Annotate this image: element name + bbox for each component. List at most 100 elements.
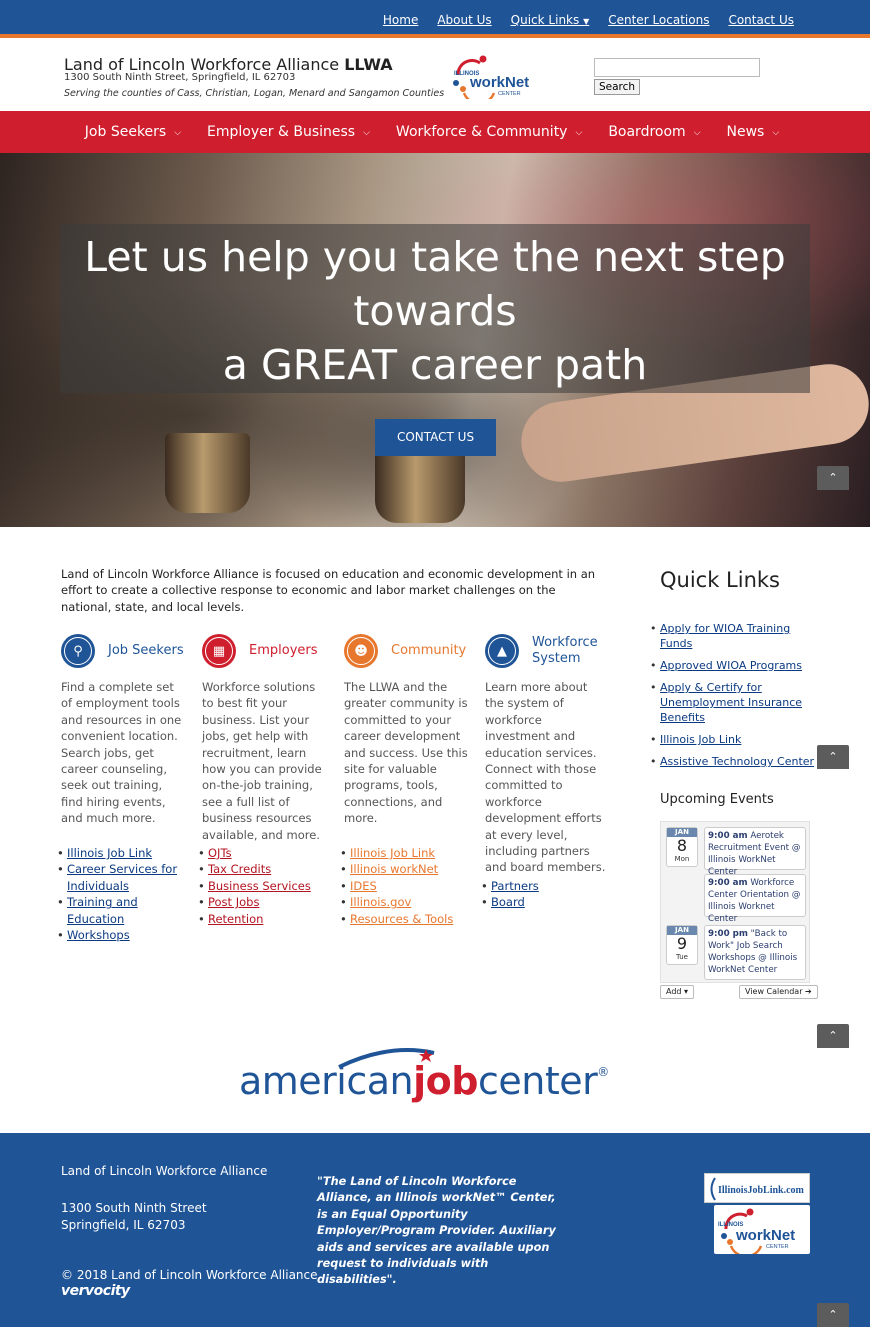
calendar-add-button[interactable]: Add ▾ — [660, 985, 695, 999]
chevron-down-icon: ▼ — [583, 17, 590, 26]
ajc-job: job — [413, 1059, 478, 1103]
calendar-day: 9 — [676, 934, 688, 953]
site-header: Land of Lincoln Workforce Alliance LLWA … — [0, 42, 870, 111]
nav-label: Workforce & Community — [395, 124, 568, 140]
american-job-center-logo[interactable]: americanjobcenter® — [239, 1045, 634, 1105]
search-input[interactable] — [594, 58, 760, 77]
iwn-logo-graphic: ILLINOIS workNet CENTER — [718, 1208, 795, 1258]
link-illinois-gov[interactable]: Illinois.gov — [340, 894, 453, 911]
calendar-date: JAN 8 Mon — [666, 827, 698, 867]
top-nav-contact[interactable]: Contact Us — [728, 13, 794, 27]
top-nav: Home About Us Quick Links ▼ Center Locat… — [383, 13, 794, 27]
link-workshops[interactable]: Workshops — [57, 927, 186, 944]
intro-text: Land of Lincoln Workforce Alliance is fo… — [61, 567, 596, 614]
nav-boardroom[interactable]: Boardroom ⌵ — [608, 124, 700, 140]
column-title[interactable]: Community — [391, 643, 466, 658]
ajc-wordmark: americanjobcenter® — [239, 1059, 609, 1103]
chevron-down-icon: ⌵ — [772, 128, 780, 138]
column-links: Partners Board — [481, 878, 539, 911]
ijl-logo-text: IllinoisJobLink.com — [718, 1185, 805, 1196]
calendar-weekday: Mon — [674, 855, 690, 863]
org-serving-counties: Serving the counties of Cass, Christian,… — [64, 88, 445, 99]
nav-news[interactable]: News ⌵ — [727, 124, 780, 140]
event-time: 9:00 pm — [708, 929, 748, 939]
upcoming-events-title: Upcoming Events — [660, 792, 774, 807]
quick-link-assistive-tech[interactable]: Assistive Technology Center — [650, 754, 820, 769]
building-icon: ▦ — [205, 637, 233, 665]
quick-link-illinois-job-link[interactable]: Illinois Job Link — [650, 732, 820, 747]
main-nav: Job Seekers ⌵ Employer & Business ⌵ Workfo… — [0, 111, 870, 153]
nav-label: Employer & Business — [207, 124, 356, 140]
nav-label: Job Seekers — [84, 124, 167, 140]
link-training-education[interactable]: Training and Education — [57, 894, 186, 927]
illinois-worknet-footer-logo[interactable]: ILLINOIS workNet CENTER — [714, 1205, 810, 1258]
illinois-worknet-logo[interactable]: ILLINOIS workNet CENTER — [450, 53, 545, 99]
footer-street: 1300 South Ninth Street — [61, 1201, 207, 1215]
column-title[interactable]: Workforce System — [532, 635, 602, 667]
quick-links-label: Quick Links — [510, 13, 580, 27]
footer-eeo-statement: "The Land of Lincoln Workforce Alliance,… — [317, 1175, 556, 1287]
link-illinois-job-link[interactable]: Illinois Job Link — [340, 845, 453, 862]
logo-main-text: workNet — [469, 74, 529, 91]
link-illinois-worknet[interactable]: Illinois workNet — [340, 861, 453, 878]
hero-line-2: towards — [353, 287, 517, 335]
footer-city: Springfield, IL 62703 — [61, 1217, 186, 1232]
link-tax-credits[interactable]: Tax Credits — [198, 861, 311, 878]
hero-line-3: a GREAT career path — [222, 341, 648, 389]
quick-link-wioa-programs[interactable]: Approved WIOA Programs — [650, 658, 820, 673]
chevron-down-icon: ⌵ — [575, 128, 583, 138]
nav-workforce-community[interactable]: Workforce & Community ⌵ — [396, 124, 582, 140]
workforce-system-icon: ▲ — [485, 634, 519, 668]
search-button[interactable]: Search — [594, 79, 640, 95]
community-icon: ☻ — [344, 634, 378, 668]
quick-link-unemployment[interactable]: Apply & Certify for Unemployment Insuran… — [650, 680, 820, 725]
ajc-registered-mark: ® — [597, 1065, 609, 1079]
scroll-to-top-button[interactable]: ⌃ — [817, 1303, 849, 1327]
chevron-down-icon: ⌵ — [693, 128, 701, 138]
column-links: Illinois Job Link Illinois workNet IDES … — [340, 845, 453, 928]
column-description: Workforce solutions to best fit your bus… — [202, 680, 322, 842]
link-ides[interactable]: IDES — [340, 878, 453, 895]
footer-address: 1300 South Ninth Street Springfield, IL … — [61, 1200, 207, 1233]
scroll-to-top-button[interactable]: ⌃ — [817, 1024, 849, 1048]
ajc-center: center — [477, 1059, 598, 1103]
logo-main-text: workNet — [735, 1227, 795, 1244]
illinois-job-link-logo[interactable]: IllinoisJobLink.com — [704, 1173, 810, 1203]
vervocity-logo[interactable]: vervocity — [61, 1283, 130, 1299]
nav-employer-business[interactable]: Employer & Business ⌵ — [207, 124, 370, 140]
column-title[interactable]: Job Seekers — [108, 643, 184, 658]
nav-job-seekers[interactable]: Job Seekers ⌵ — [85, 124, 181, 140]
view-calendar-button[interactable]: View Calendar ➔ — [739, 985, 818, 999]
link-post-jobs[interactable]: Post Jobs — [198, 894, 311, 911]
top-nav-home[interactable]: Home — [383, 13, 418, 27]
logo-sub-text: CENTER — [766, 1244, 789, 1250]
link-partners[interactable]: Partners — [481, 878, 539, 895]
scroll-to-top-button[interactable]: ⌃ — [817, 745, 849, 769]
link-retention[interactable]: Retention — [198, 911, 311, 928]
calendar-event[interactable]: 9:00 am Workforce Center Orientation @ I… — [704, 874, 806, 924]
link-resources-tools[interactable]: Resources & Tools — [340, 911, 453, 928]
event-time: 9:00 am — [708, 878, 748, 888]
contact-us-button[interactable]: CONTACT US — [375, 419, 496, 456]
calendar-day: 8 — [676, 836, 688, 855]
column-title[interactable]: Employers — [249, 643, 318, 658]
hero-line-1: Let us help you take the next step — [84, 233, 786, 281]
link-business-services[interactable]: Business Services — [198, 878, 311, 895]
link-ojts[interactable]: OJTs — [198, 845, 311, 862]
top-nav-quick-links[interactable]: Quick Links ▼ — [511, 13, 590, 27]
top-bar: Home About Us Quick Links ▼ Center Locat… — [0, 0, 870, 38]
calendar-event[interactable]: 9:00 am Aerotek Recruitment Event @ Illi… — [704, 827, 806, 877]
calendar-event[interactable]: 9:00 pm "Back to Work" Job Search Worksh… — [704, 925, 806, 980]
job-seekers-icon: ⚲ — [61, 634, 95, 668]
search-icon: ⚲ — [64, 637, 92, 665]
top-nav-about[interactable]: About Us — [437, 13, 491, 27]
link-board[interactable]: Board — [481, 894, 539, 911]
scroll-to-top-button[interactable]: ⌃ — [817, 466, 849, 490]
quick-link-wioa-funds[interactable]: Apply for WIOA Training Funds — [650, 621, 820, 651]
column-description: Find a complete set of employment tools … — [61, 680, 182, 826]
top-nav-center-locations[interactable]: Center Locations — [608, 13, 709, 27]
link-illinois-job-link[interactable]: Illinois Job Link — [57, 845, 186, 862]
event-time: 9:00 am — [708, 831, 748, 841]
column-links: OJTs Tax Credits Business Services Post … — [198, 845, 311, 928]
link-career-services[interactable]: Career Services for Individuals — [57, 861, 186, 894]
